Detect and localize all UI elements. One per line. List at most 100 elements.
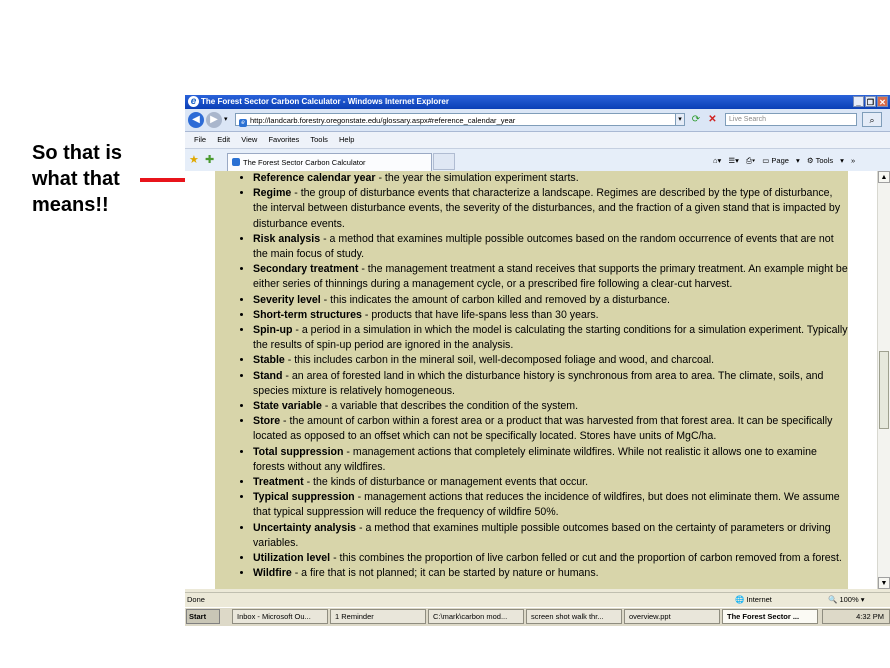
clock: 4:32 PM [856,612,884,621]
taskbar-item-screenshot-doc[interactable]: screen shot walk thr... [526,609,622,624]
status-bar: Done 🌐 Internet 🔍 100% ▾ [185,592,890,606]
search-input[interactable]: Live Search [725,113,857,126]
menu-bar: File Edit View Favorites Tools Help [185,132,890,149]
glossary-definition: - the group of disturbance events that c… [253,187,841,230]
page-content: Reference calendar year - the year the s… [185,171,877,589]
glossary-term: Short-term structures [253,308,362,321]
glossary-term: Typical suppression [253,491,355,504]
page-menu[interactable]: ▭ Page ▾ [762,156,800,165]
search-icon[interactable]: ⌕ [862,112,882,127]
glossary-item: Utilization level - this combines the pr… [253,551,848,566]
glossary-item: Uncertainty analysis - a method that exa… [253,521,848,551]
taskbar-item-forest-sector[interactable]: The Forest Sector ... [722,609,818,624]
tab-page-icon [232,158,240,166]
taskbar: Start Inbox - Microsoft Ou... 1 Reminder… [185,607,890,626]
glossary-panel: Reference calendar year - the year the s… [215,171,848,589]
status-text: Done [187,595,205,604]
glossary-definition: - an area of forested land in which the … [253,369,824,397]
glossary-definition: - a variable that describes the conditio… [321,400,579,413]
taskbar-item-reminder[interactable]: 1 Reminder [330,609,426,624]
glossary-item: Stable - this includes carbon in the min… [253,353,848,368]
page-icon: e [239,119,247,127]
start-button[interactable]: Start [186,609,220,624]
url-dropdown-icon[interactable]: ▾ [675,113,685,126]
home-icon[interactable]: ⌂▾ [713,156,721,165]
glossary-definition: - the amount of carbon within a forest a… [253,415,833,443]
menu-favorites[interactable]: Favorites [268,135,299,144]
taskbar-item-inbox[interactable]: Inbox - Microsoft Ou... [232,609,328,624]
stop-icon[interactable]: ✕ [706,113,719,126]
slide-annotation: So that is what that means!! [32,142,123,216]
glossary-term: Stable [253,354,285,367]
window-controls: _ ❐ ✕ [852,96,888,110]
feeds-icon[interactable]: ☰▾ [728,156,739,165]
system-tray: 4:32 PM [822,609,890,624]
forward-button[interactable]: ▶ [206,112,222,128]
glossary-definition: - a fire that is not planned; it can be … [291,567,599,580]
security-zone: 🌐 Internet [735,595,772,604]
tools-menu[interactable]: ⚙ Tools ▾ [807,156,844,165]
tab-forest-calculator[interactable]: The Forest Sector Carbon Calculator [227,153,432,171]
glossary-term: Secondary treatment [253,263,359,276]
menu-tools[interactable]: Tools [310,135,328,144]
scroll-up-icon[interactable]: ▲ [878,171,890,183]
glossary-term: Regime [253,187,292,200]
favorites-star-icon[interactable]: ★ [189,153,199,166]
glossary-item: Reference calendar year - the year the s… [253,171,848,186]
glossary-item: Typical suppression - management actions… [253,490,848,520]
title-bar: e The Forest Sector Carbon Calculator - … [185,95,890,109]
glossary-term: Stand [253,369,283,382]
window-title: The Forest Sector Carbon Calculator - Wi… [201,97,449,106]
glossary-item: Risk analysis - a method that examines m… [253,232,848,262]
restore-button[interactable]: ❐ [865,96,876,107]
glossary-term: Risk analysis [253,232,321,245]
url-input[interactable]: e http://landcarb.forestry.oregonstate.ed… [235,113,681,127]
minimize-button[interactable]: _ [853,96,864,107]
new-tab-button[interactable] [433,153,455,170]
back-button[interactable]: ◀ [188,112,204,128]
glossary-item: Spin-up - a period in a simulation in wh… [253,323,848,353]
menu-view[interactable]: View [241,135,257,144]
glossary-definition: - products that have life-spans less tha… [361,308,599,321]
glossary-item: Wildfire - a fire that is not planned; i… [253,566,848,581]
glossary-definition: - this indicates the amount of carbon ki… [320,293,670,306]
close-button[interactable]: ✕ [877,96,888,107]
command-bar: ⌂▾ ☰▾ ⎙▾ ▭ Page ▾ ⚙ Tools ▾ » [713,154,860,167]
glossary-term: Total suppression [253,445,344,458]
page-menu-label: Page [771,156,789,165]
scroll-thumb[interactable] [879,351,889,429]
glossary-definition: - this includes carbon in the mineral so… [284,354,715,367]
taskbar-item-overview-ppt[interactable]: overview.ppt [624,609,720,624]
glossary-item: Total suppression - management actions t… [253,445,848,475]
more-chevron-icon[interactable]: » [851,156,855,165]
glossary-item: Severity level - this indicates the amou… [253,293,848,308]
glossary-item: Treatment - the kinds of disturbance or … [253,475,848,490]
tools-menu-label: Tools [815,156,834,165]
glossary-term: Uncertainty analysis [253,521,357,534]
vertical-scrollbar[interactable]: ▲ ▼ [877,171,890,589]
glossary-list: Reference calendar year - the year the s… [215,171,848,581]
menu-file[interactable]: File [194,135,206,144]
add-favorite-icon[interactable]: ✚ [205,153,214,166]
refresh-icon[interactable]: ⟳ [689,113,703,126]
taskbar-item-carbon-model[interactable]: C:\mark\carbon mod... [428,609,524,624]
tab-bar: ★ ✚ The Forest Sector Carbon Calculator … [185,149,890,172]
history-dropdown-icon[interactable]: ▾ [224,115,228,123]
print-icon[interactable]: ⎙▾ [746,156,755,165]
glossary-item: Regime - the group of disturbance events… [253,186,848,232]
glossary-item: Store - the amount of carbon within a fo… [253,414,848,444]
glossary-definition: - a method that examines multiple possib… [253,232,834,261]
menu-edit[interactable]: Edit [217,135,230,144]
scroll-down-icon[interactable]: ▼ [878,577,890,589]
glossary-term: Severity level [253,293,321,306]
url-text: http://landcarb.forestry.oregonstate.edu… [250,116,516,125]
menu-help[interactable]: Help [339,135,354,144]
glossary-term: Reference calendar year [253,172,376,184]
glossary-term: State variable [253,400,322,413]
glossary-term: Utilization level [253,552,331,565]
glossary-definition: - a period in a simulation in which the … [253,324,848,352]
zoom-control[interactable]: 🔍 100% ▾ [828,593,864,606]
glossary-definition: - the kinds of disturbance or management… [303,476,589,489]
glossary-item: Stand - an area of forested land in whic… [253,369,848,399]
glossary-term: Treatment [253,476,304,489]
